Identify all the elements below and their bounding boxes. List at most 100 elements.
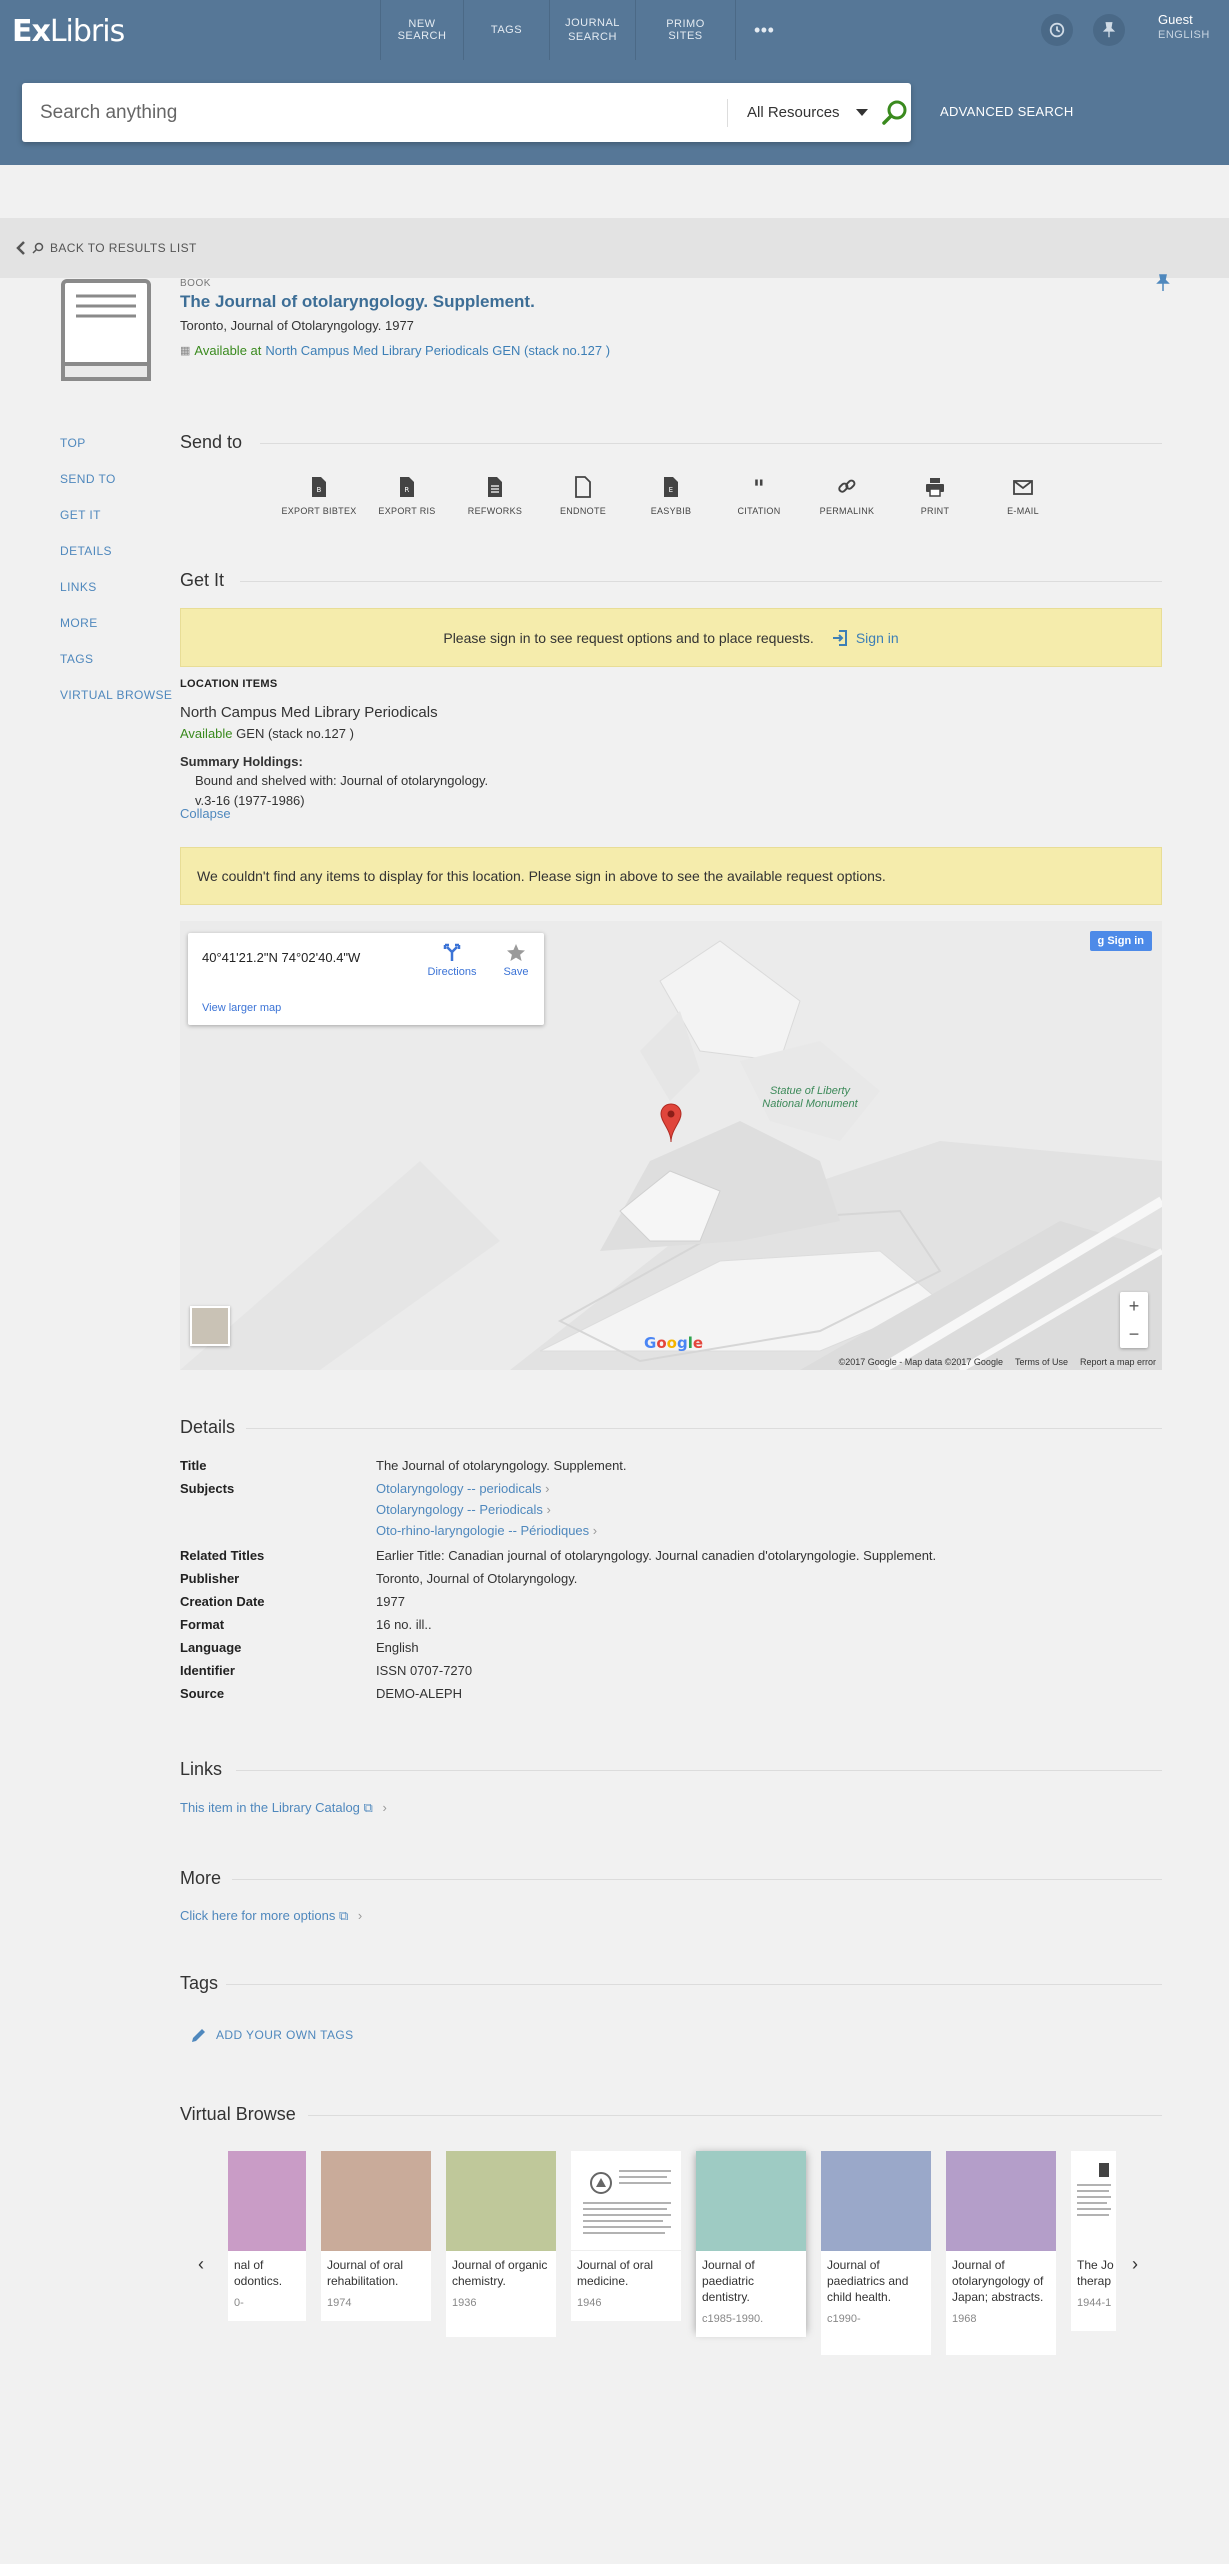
export-ris-button[interactable]: R EXPORT RIS [363, 476, 451, 516]
subject-link[interactable]: Otolaryngology -- Periodicals › [376, 1502, 551, 1517]
search-input[interactable] [40, 83, 700, 142]
scope-dropdown[interactable]: All Resources [747, 83, 868, 142]
browse-item-caption: Journal of organic chemistry. 1936 [446, 2251, 556, 2337]
directions-button[interactable]: Directions [422, 943, 482, 978]
browse-item-caption: Journal of paediatrics and child health.… [821, 2251, 931, 2355]
signin-link[interactable]: Sign in [832, 629, 899, 647]
pin-record-icon[interactable] [1155, 274, 1171, 297]
subject-link[interactable]: Otolaryngology -- periodicals › [376, 1481, 549, 1496]
details-value: The Journal of otolaryngology. Supplemen… [376, 1458, 627, 1473]
details-key: Language [180, 1640, 242, 1655]
easybib-button[interactable]: E EASYBIB [627, 476, 715, 516]
details-value: 1977 [376, 1594, 405, 1609]
browse-item-title: Journal of organic chemistry. [452, 2258, 548, 2288]
nav-primo-sites[interactable]: PRIMO SITES [636, 0, 736, 60]
book-cover [446, 2151, 556, 2251]
search-icon[interactable] [880, 98, 910, 133]
divider [308, 2115, 1162, 2116]
subject-label: Otolaryngology -- periodicals [376, 1481, 542, 1496]
section-nav-top[interactable]: TOP [60, 436, 172, 472]
language-selector[interactable]: ENGLISH [1158, 29, 1210, 41]
chevron-right-icon[interactable]: › [1132, 2254, 1138, 2275]
pin-icon[interactable] [1093, 14, 1125, 46]
location-items-label: LOCATION ITEMS [180, 678, 278, 690]
virtual-browse-title: Virtual Browse [180, 2104, 296, 2124]
details-key: Format [180, 1617, 225, 1632]
more-options-link[interactable]: Click here for more options ⧉ › [180, 1908, 362, 1924]
star-icon [507, 944, 525, 961]
section-nav-more[interactable]: MORE [60, 616, 172, 652]
section-nav-get-it[interactable]: GET IT [60, 508, 172, 544]
divider [240, 581, 1162, 582]
details-value: 16 no. ill.. [376, 1617, 432, 1632]
nav-more[interactable]: ••• [736, 0, 792, 60]
chevron-right-icon: › [382, 1800, 387, 1815]
section-nav-virtual-browse[interactable]: VIRTUAL BROWSE [60, 688, 172, 724]
chevron-left-icon[interactable]: ‹ [198, 2254, 204, 2275]
nav-journal-search[interactable]: JOURNAL SEARCH [550, 0, 636, 60]
refworks-button[interactable]: REFWORKS [451, 476, 539, 516]
zoom-out-button[interactable]: − [1120, 1320, 1148, 1348]
library-catalog-link[interactable]: This item in the Library Catalog ⧉ › [180, 1800, 387, 1816]
citation-button[interactable]: " CITATION [715, 476, 803, 516]
permalink-button[interactable]: PERMALINK [803, 476, 891, 516]
email-button[interactable]: E-MAIL [979, 476, 1067, 516]
browse-item[interactable]: Journal of organic chemistry. 1936 [446, 2151, 556, 2337]
details-row-creation-date: Creation Date 1977 [180, 1594, 405, 1609]
google-signin-button[interactable]: g Sign in [1089, 931, 1152, 951]
location-availability: Available GEN (stack no.127 ) [180, 726, 354, 741]
save-label: Save [503, 966, 529, 978]
browse-item[interactable]: Journal of otolaryngology of Japan; abst… [946, 2151, 1056, 2355]
browse-item[interactable]: Journal of paediatrics and child health.… [821, 2151, 931, 2355]
record-title[interactable]: The Journal of otolaryngology. Supplemen… [180, 292, 535, 312]
chevron-left-icon [16, 241, 25, 255]
user-menu[interactable]: Guest ENGLISH [1158, 12, 1210, 41]
map-terms-link[interactable]: Terms of Use [1015, 1357, 1068, 1367]
browse-item[interactable]: Journal of oral medicine. 1946 [571, 2151, 681, 2331]
history-icon[interactable] [1041, 14, 1073, 46]
permalink-label: PERMALINK [819, 506, 875, 516]
exlibris-logo[interactable]: ExLibris [12, 14, 125, 49]
availability-status: Available at [194, 343, 262, 358]
export-bibtex-button[interactable]: B EXPORT BIBTEX [275, 476, 363, 516]
satellite-toggle[interactable] [190, 1306, 230, 1346]
nav-tags[interactable]: TAGS [464, 0, 550, 60]
section-nav-tags[interactable]: TAGS [60, 652, 172, 688]
section-nav-links[interactable]: LINKS [60, 580, 172, 616]
details-key: Source [180, 1686, 225, 1701]
external-link-icon: ⧉ [363, 1800, 373, 1815]
back-to-results-link[interactable]: BACK TO RESULTS LIST [16, 240, 197, 256]
location-map[interactable]: 40°41'21.2"N 74°02'40.4"W Directions Sav… [180, 921, 1162, 1370]
signin-banner: Please sign in to see request options an… [180, 608, 1162, 667]
more-options-label: Click here for more options [180, 1908, 336, 1923]
refworks-icon [488, 477, 502, 497]
link-icon [838, 479, 856, 493]
add-tags-button[interactable]: ADD YOUR OWN TAGS [190, 2026, 353, 2044]
easybib-label: EASYBIB [650, 506, 692, 516]
browse-item[interactable]: The Jo parent therap 1944-1 [1071, 2151, 1116, 2331]
section-nav-details[interactable]: DETAILS [60, 544, 172, 580]
map-marker-icon[interactable] [660, 1103, 682, 1148]
map-footer: ©2017 Google - Map data ©2017 Google Ter… [839, 1357, 1156, 1367]
summary-holdings-label: Summary Holdings: [180, 754, 303, 769]
save-button[interactable]: Save [498, 943, 534, 978]
browse-item-current[interactable]: Journal of paediatric dentistry. c1985-19… [696, 2151, 806, 2337]
collapse-link[interactable]: Collapse [180, 806, 231, 821]
endnote-button[interactable]: ENDNOTE [539, 476, 627, 516]
advanced-search-link[interactable]: ADVANCED SEARCH [940, 104, 1074, 119]
location-status: Available [180, 726, 233, 741]
search-box: All Resources [22, 83, 911, 142]
subject-link[interactable]: Oto-rhino-laryngologie -- Périodiques › [376, 1523, 597, 1538]
nav-new-search[interactable]: NEW SEARCH [380, 0, 464, 60]
print-button[interactable]: PRINT [891, 476, 979, 516]
availability-location-link[interactable]: North Campus Med Library Periodicals GEN… [265, 343, 610, 358]
email-label: E-MAIL [1007, 506, 1039, 516]
section-nav-send-to[interactable]: SEND TO [60, 472, 172, 508]
zoom-in-button[interactable]: + [1120, 1292, 1148, 1320]
details-value: Earlier Title: Canadian journal of otola… [376, 1548, 937, 1563]
view-larger-map-link[interactable]: View larger map [202, 1002, 281, 1014]
map-report-link[interactable]: Report a map error [1080, 1357, 1156, 1367]
print-label: PRINT [920, 506, 950, 516]
browse-item[interactable]: nal of odontics. 0- [228, 2151, 306, 2331]
browse-item[interactable]: Journal of oral rehabilitation. 1974 [321, 2151, 431, 2331]
